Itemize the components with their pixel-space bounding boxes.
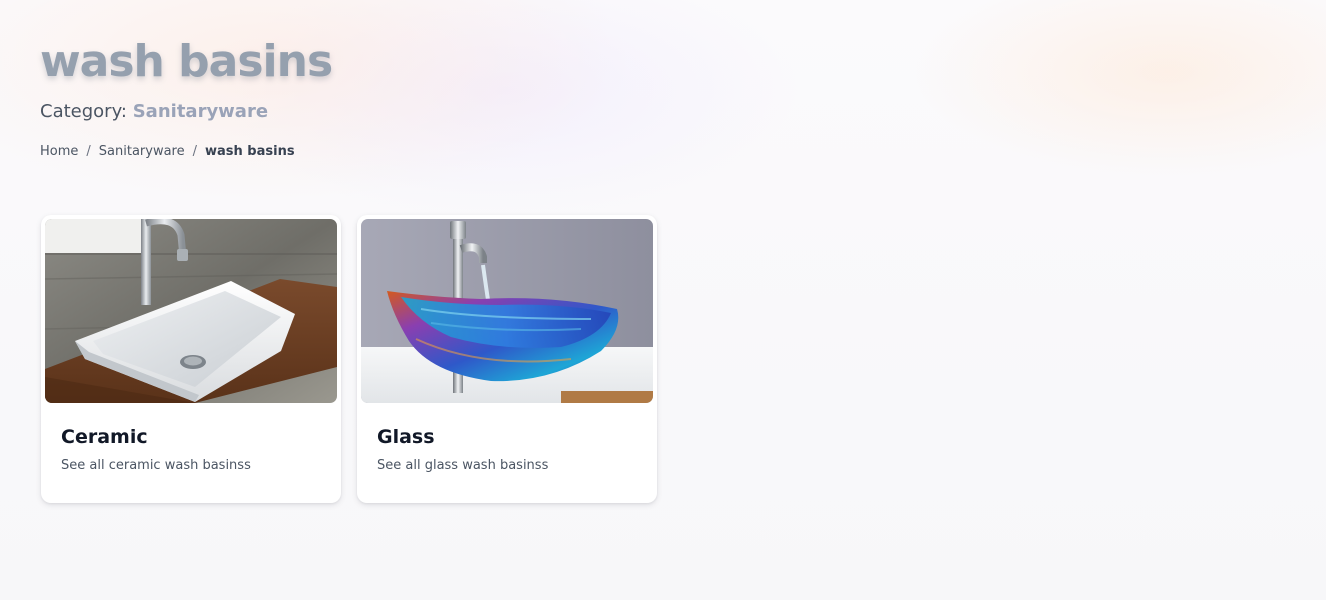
page-title: wash basins — [40, 36, 333, 87]
card-title: Glass — [377, 426, 435, 448]
card-title: Ceramic — [61, 426, 148, 448]
card-body: Glass See all glass wash basinss — [361, 403, 653, 475]
breadcrumb: Home / Sanitaryware / wash basins — [40, 144, 332, 159]
category-line: Category: Sanitaryware — [40, 100, 332, 124]
page-header: wash basins Category: Sanitaryware Home … — [40, 34, 333, 159]
glass-basin-image — [361, 219, 653, 403]
breadcrumb-separator: / — [192, 144, 197, 159]
card-body: Ceramic See all ceramic wash basinss — [45, 403, 337, 475]
breadcrumb-sanitaryware[interactable]: Sanitaryware — [99, 144, 185, 159]
card-description: See all glass wash basinss — [377, 458, 549, 473]
subcategory-card-ceramic[interactable]: Ceramic See all ceramic wash basinss — [41, 215, 341, 503]
category-value[interactable]: Sanitaryware — [133, 101, 268, 122]
breadcrumb-home[interactable]: Home — [40, 144, 78, 159]
breadcrumb-separator: / — [86, 144, 91, 159]
subcategory-grid: Ceramic See all ceramic wash basinss Gla… — [41, 215, 657, 503]
breadcrumb-current: wash basins — [205, 144, 295, 159]
ceramic-basin-image — [45, 219, 337, 403]
category-label: Category: — [40, 101, 127, 122]
card-description: See all ceramic wash basinss — [61, 458, 251, 473]
subcategory-card-glass[interactable]: Glass See all glass wash basinss — [357, 215, 657, 503]
